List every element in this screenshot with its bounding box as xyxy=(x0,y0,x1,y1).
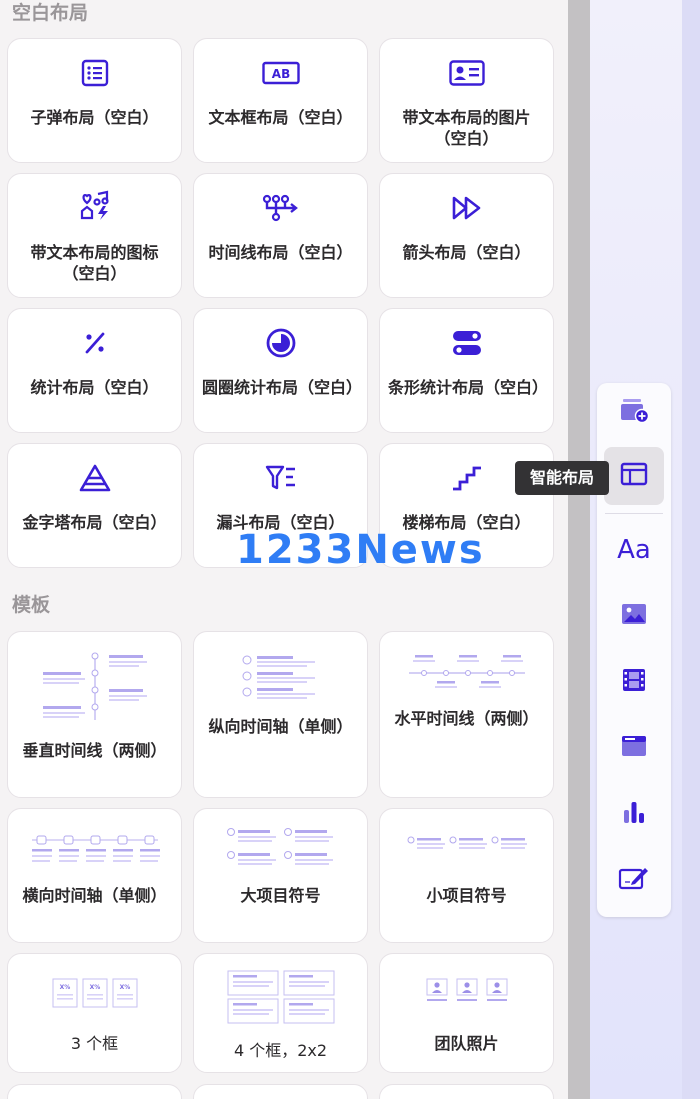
horizontal-axis-thumbnail xyxy=(30,833,160,871)
template-card-team-photos[interactable]: 团队照片 xyxy=(379,953,554,1073)
toggle-bars-icon xyxy=(451,327,483,359)
fast-forward-arrows-icon xyxy=(451,192,483,224)
template-card-vertical-timeline[interactable]: 垂直时间线（两侧） xyxy=(7,631,182,798)
layout-card-image-text[interactable]: 带文本布局的图片（空白） xyxy=(379,38,554,163)
template-card-label: 3 个框 xyxy=(70,1034,119,1053)
image-button[interactable] xyxy=(604,587,664,645)
add-layer-button[interactable] xyxy=(604,383,664,441)
layout-panel: 空白布局 子弹布局（空白） AB 文本框布局（空白） 带文本布局的图片（空白） … xyxy=(0,0,568,1099)
template-card-partial[interactable] xyxy=(193,1084,368,1099)
four-boxes-thumbnail xyxy=(227,970,335,1028)
template-card-three-boxes[interactable]: X% X% X% 3 个框 xyxy=(7,953,182,1073)
layout-card-label: 条形统计布局（空白） xyxy=(388,378,549,397)
timeline-branch-icon xyxy=(261,192,301,224)
video-button[interactable] xyxy=(604,653,664,711)
layout-card-timeline[interactable]: 时间线布局（空白） xyxy=(193,173,368,298)
template-card-label: 横向时间轴（单侧） xyxy=(22,886,167,905)
embed-card-icon xyxy=(620,734,648,762)
chart-button[interactable] xyxy=(604,785,664,843)
layout-card-label: 子弹布局（空白） xyxy=(30,108,159,127)
three-boxes-thumbnail: X% X% X% xyxy=(52,978,138,1012)
layout-card-label: 带文本布局的图片（空白） xyxy=(402,108,531,148)
layout-card-label: 带文本布局的图标（空白） xyxy=(30,243,159,283)
vertical-timeline-thumbnail xyxy=(39,650,151,726)
blank-layouts-title: 空白布局 xyxy=(12,2,89,24)
layout-card-label: 文本框布局（空白） xyxy=(208,108,353,127)
panel-scrollbar[interactable] xyxy=(568,0,590,1099)
layout-card-circle-stats[interactable]: 圆圈统计布局（空白） xyxy=(193,308,368,433)
watermark-text: 1233News xyxy=(236,527,485,573)
template-card-horizontal-axis[interactable]: 横向时间轴（单侧） xyxy=(7,808,182,943)
pie-circle-icon xyxy=(265,327,297,359)
templates-title: 模板 xyxy=(12,594,51,616)
icons-shapes-icon xyxy=(79,190,111,222)
percent-icon xyxy=(79,327,111,359)
svg-text:AB: AB xyxy=(271,67,289,81)
funnel-filter-icon xyxy=(265,462,297,494)
template-card-horizontal-timeline[interactable]: 水平时间线（两侧） xyxy=(379,631,554,798)
stairs-icon xyxy=(451,462,483,494)
edit-button[interactable] xyxy=(604,851,664,909)
canvas-edge xyxy=(682,0,700,1099)
bulleted-list-icon xyxy=(79,57,111,89)
layout-card-stats[interactable]: 统计布局（空白） xyxy=(7,308,182,433)
embed-button[interactable] xyxy=(604,719,664,777)
video-film-icon xyxy=(620,667,648,697)
bar-chart-icon xyxy=(621,799,647,829)
template-card-label: 团队照片 xyxy=(434,1034,499,1053)
team-photos-thumbnail xyxy=(425,978,509,1012)
svg-text:X%: X% xyxy=(89,984,100,991)
template-card-small-bullets[interactable]: 小项目符号 xyxy=(379,808,554,943)
smart-layout-button[interactable] xyxy=(604,447,664,505)
layout-card-bullets[interactable]: 子弹布局（空白） xyxy=(7,38,182,163)
template-card-four-boxes[interactable]: 4 个框，2x2 xyxy=(193,953,368,1073)
layout-card-label: 金字塔布局（空白） xyxy=(22,513,167,532)
toolbar-divider xyxy=(605,513,663,514)
template-card-partial[interactable] xyxy=(379,1084,554,1099)
layout-card-label: 圆圈统计布局（空白） xyxy=(202,378,363,397)
edit-pen-icon xyxy=(618,864,650,896)
layout-card-label: 箭头布局（空白） xyxy=(402,243,531,262)
template-card-vertical-axis[interactable]: 纵向时间轴（单侧） xyxy=(193,631,368,798)
svg-text:X%: X% xyxy=(119,984,130,991)
template-card-label: 小项目符号 xyxy=(426,886,507,905)
layout-card-pyramid[interactable]: 金字塔布局（空白） xyxy=(7,443,182,568)
template-card-label: 垂直时间线（两侧） xyxy=(22,741,167,760)
smart-layout-tooltip: 智能布局 xyxy=(515,461,609,495)
layout-card-textbox[interactable]: AB 文本框布局（空白） xyxy=(193,38,368,163)
layout-card-arrows[interactable]: 箭头布局（空白） xyxy=(379,173,554,298)
layout-card-bar-stats[interactable]: 条形统计布局（空白） xyxy=(379,308,554,433)
smart-layout-icon xyxy=(620,462,648,490)
template-card-label: 水平时间线（两侧） xyxy=(394,709,539,728)
template-card-label: 大项目符号 xyxy=(240,886,321,905)
image-icon xyxy=(620,602,648,630)
pyramid-icon xyxy=(79,462,111,494)
small-bullets-thumbnail xyxy=(407,835,527,865)
template-card-large-bullets[interactable]: 大项目符号 xyxy=(193,808,368,943)
vertical-axis-thumbnail xyxy=(241,652,321,704)
text-style-icon: Aa xyxy=(617,535,651,565)
layout-card-label: 时间线布局（空白） xyxy=(208,243,353,262)
svg-text:X%: X% xyxy=(59,984,70,991)
layout-card-label: 统计布局（空白） xyxy=(30,378,159,397)
horizontal-timeline-thumbnail xyxy=(407,652,527,698)
large-bullets-thumbnail xyxy=(226,827,336,873)
layout-card-icons-text[interactable]: 带文本布局的图标（空白） xyxy=(7,173,182,298)
contact-card-icon xyxy=(447,57,487,89)
add-layer-icon xyxy=(618,396,650,428)
template-card-label: 4 个框，2x2 xyxy=(233,1041,328,1060)
template-card-partial[interactable] xyxy=(7,1084,182,1099)
template-card-label: 纵向时间轴（单侧） xyxy=(208,717,353,736)
text-style-button[interactable]: Aa xyxy=(604,521,664,579)
textbox-ab-icon: AB xyxy=(261,57,301,89)
